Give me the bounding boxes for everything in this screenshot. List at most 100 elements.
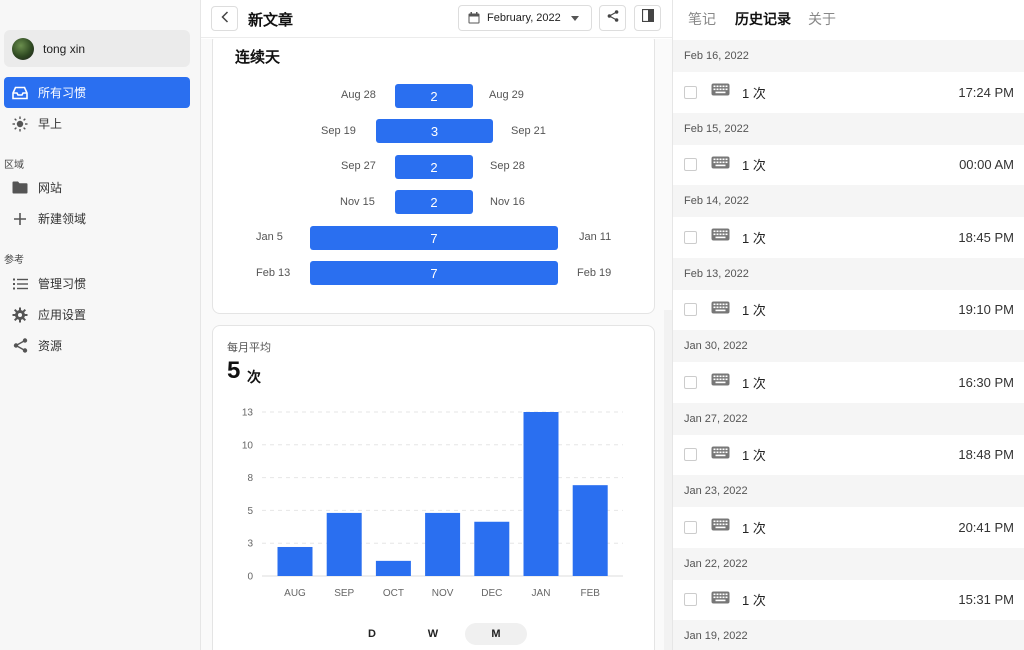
- streak-bar: 3: [376, 119, 493, 143]
- tab-notes[interactable]: 笔记: [688, 9, 716, 29]
- back-button[interactable]: [211, 6, 238, 31]
- y-tick-label: 5: [247, 506, 253, 517]
- history-count: 1 次: [742, 520, 766, 536]
- sidebar-item-morning[interactable]: 早上: [4, 108, 190, 139]
- avatar: [12, 37, 34, 60]
- streak-start: Sep 27: [341, 160, 376, 172]
- x-tick-label: OCT: [383, 588, 404, 599]
- streak-end: Sep 21: [511, 125, 546, 137]
- caret-down-icon: [570, 15, 579, 21]
- history-checkbox[interactable]: [684, 85, 697, 99]
- history-count: 1 次: [742, 303, 766, 319]
- history-time: 16:30 PM: [958, 374, 1014, 390]
- keyboard-icon: [711, 446, 730, 464]
- month-label: February, 2022: [487, 12, 561, 24]
- tab-about[interactable]: 关于: [808, 9, 836, 29]
- streak-bar: 7: [310, 226, 558, 250]
- keyboard-icon: [711, 591, 730, 609]
- history-row[interactable]: 1 次 20:41 PM: [673, 507, 1024, 548]
- history-time: 15:31 PM: [958, 592, 1014, 608]
- history-checkbox[interactable]: [684, 520, 697, 534]
- history-checkbox[interactable]: [684, 375, 697, 389]
- main-content: 连续天 Aug 28 2 Aug 29 Sep 19 3 Sep 21 Sep …: [201, 39, 672, 650]
- history-row[interactable]: 1 次 16:30 PM: [673, 362, 1024, 403]
- month-selector[interactable]: February, 2022: [458, 5, 592, 31]
- history-time: 18:45 PM: [958, 229, 1014, 245]
- y-tick-label: 10: [242, 440, 254, 451]
- history-date: Jan 19, 2022: [673, 620, 1024, 650]
- bar-aug: [277, 546, 313, 576]
- tab-history[interactable]: 历史记录: [735, 9, 791, 29]
- sidebar-item-manage-habits[interactable]: 管理习惯: [4, 268, 190, 299]
- history-checkbox[interactable]: [684, 593, 697, 607]
- history-count: 1 次: [742, 593, 766, 609]
- history-time: 20:41 PM: [958, 519, 1014, 535]
- sidebar-item-label: 管理习惯: [38, 277, 87, 291]
- chevron-left-icon: [220, 10, 229, 28]
- history-list: Feb 16, 2022 1 次 17:24 PM Feb 15, 2022 1 次 00…: [673, 40, 1024, 650]
- history-row[interactable]: 1 次 15:31 PM: [673, 579, 1024, 620]
- bar-feb: [572, 485, 608, 576]
- history-date: Feb 15, 2022: [673, 112, 1024, 145]
- history-row[interactable]: 1 次 18:48 PM: [673, 434, 1024, 475]
- period-week-button[interactable]: W: [419, 623, 447, 645]
- history-count: 1 次: [742, 230, 766, 246]
- history-time: 00:00 AM: [959, 157, 1014, 173]
- section-ref-label: 参考: [4, 255, 24, 266]
- streak-end: Feb 19: [577, 267, 612, 279]
- panel-icon: [641, 8, 654, 27]
- history-count: 1 次: [742, 158, 766, 174]
- keyboard-icon: [711, 156, 730, 174]
- bar-dec: [474, 521, 510, 576]
- history-row[interactable]: 1 次 19:10 PM: [673, 289, 1024, 330]
- sidebar-item-label: 所有习惯: [38, 86, 87, 100]
- sidebar-item-label: 早上: [38, 117, 63, 131]
- streak-start: Nov 15: [340, 196, 375, 208]
- history-row[interactable]: 1 次 00:00 AM: [673, 144, 1024, 185]
- streak-bar: 2: [395, 190, 473, 214]
- history-date: Jan 22, 2022: [673, 547, 1024, 580]
- period-day-button[interactable]: D: [358, 623, 386, 645]
- bar-nov: [425, 512, 461, 576]
- inbox-icon: [11, 84, 29, 102]
- sidebar-item-label: 应用设置: [38, 308, 87, 322]
- sidebar-item-all-habits[interactable]: 所有习惯: [4, 77, 190, 108]
- monthly-average-value: 5: [227, 357, 241, 384]
- streak-bar: 2: [395, 155, 473, 179]
- history-date: Feb 16, 2022: [673, 40, 1024, 72]
- history-date: Jan 30, 2022: [673, 330, 1024, 362]
- history-checkbox[interactable]: [684, 230, 697, 244]
- sidebar-item-new-area[interactable]: 新建领域: [4, 203, 190, 234]
- history-checkbox[interactable]: [684, 303, 697, 317]
- bar-oct: [375, 560, 411, 576]
- sidebar-item-app-settings[interactable]: 应用设置: [4, 299, 190, 330]
- bar-sep: [326, 512, 362, 576]
- streak-end: Nov 16: [490, 196, 525, 208]
- gear-icon: [11, 306, 29, 324]
- streak-start: Jan 5: [256, 231, 283, 243]
- toggle-panel-button[interactable]: [634, 5, 661, 31]
- history-checkbox[interactable]: [684, 448, 697, 462]
- sidebar-item-website[interactable]: 网站: [4, 172, 190, 203]
- streak-end: Aug 29: [489, 89, 524, 101]
- streak-bar: 2: [395, 84, 473, 108]
- share-icon: [11, 337, 29, 355]
- user-profile[interactable]: tong xin: [4, 30, 190, 67]
- streak-card: 连续天 Aug 28 2 Aug 29 Sep 19 3 Sep 21 Sep …: [212, 39, 655, 314]
- history-date: Feb 13, 2022: [673, 257, 1024, 290]
- sidebar-item-label: 资源: [38, 339, 63, 353]
- main-scrollbar[interactable]: [664, 310, 672, 650]
- period-month-button[interactable]: M: [465, 623, 527, 645]
- sidebar-item-resources[interactable]: 资源: [4, 330, 190, 361]
- history-row[interactable]: 1 次 17:24 PM: [673, 72, 1024, 113]
- history-row[interactable]: 1 次 18:45 PM: [673, 217, 1024, 258]
- y-tick-label: 13: [242, 408, 254, 419]
- section-area-label: 区域: [4, 160, 24, 171]
- history-count: 1 次: [742, 85, 766, 101]
- streak-start: Feb 13: [256, 267, 291, 279]
- history-checkbox[interactable]: [684, 158, 697, 172]
- share-button[interactable]: [599, 5, 626, 31]
- keyboard-icon: [711, 373, 730, 391]
- right-panel: 笔记 历史记录 关于 Feb 16, 2022 1 次 17:24 PM Feb 15…: [672, 0, 1024, 650]
- streak-title: 连续天: [235, 49, 281, 66]
